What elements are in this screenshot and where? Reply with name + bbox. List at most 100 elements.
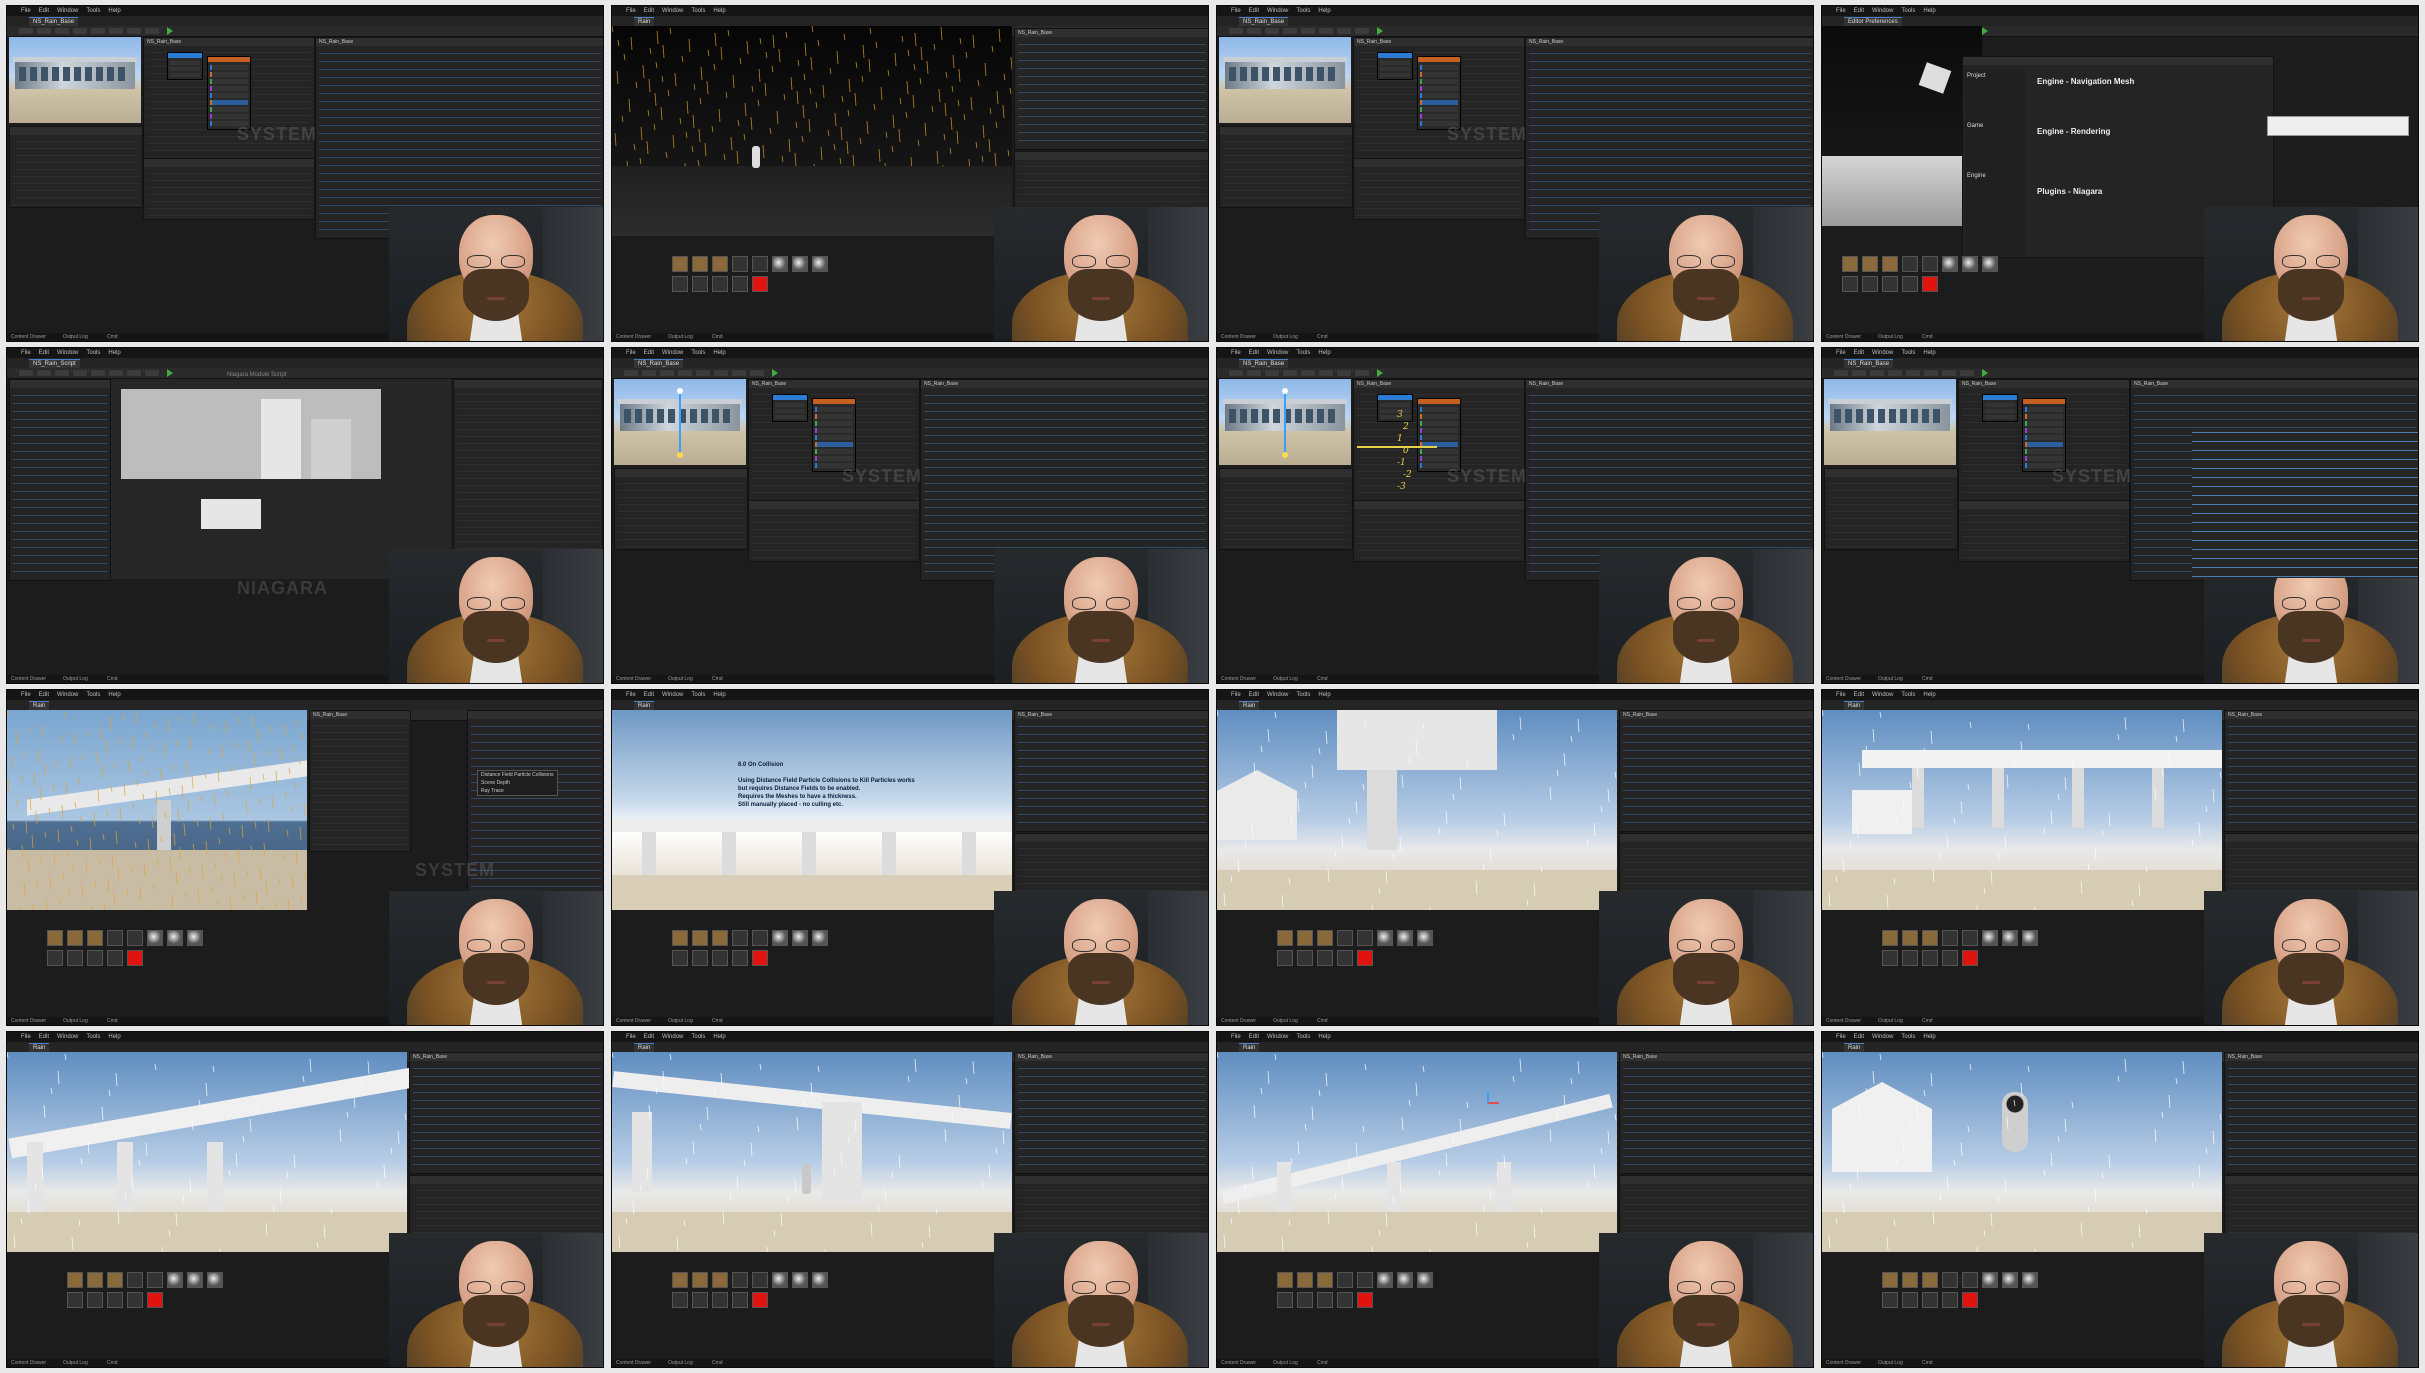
toolbar-button[interactable] bbox=[1265, 28, 1279, 34]
toolbar-button[interactable] bbox=[1906, 370, 1920, 376]
play-icon[interactable] bbox=[772, 369, 778, 377]
system-node[interactable] bbox=[167, 52, 203, 80]
module-row[interactable] bbox=[1985, 409, 2015, 413]
parameters-panel[interactable] bbox=[9, 126, 143, 208]
level-viewport[interactable] bbox=[1217, 710, 1617, 910]
asset-thumbnail[interactable] bbox=[1317, 1292, 1333, 1308]
asset-thumbnail[interactable] bbox=[1942, 256, 1958, 272]
preview-viewport[interactable] bbox=[9, 37, 141, 123]
asset-thumbnail[interactable] bbox=[1337, 950, 1353, 966]
editor-tab[interactable]: NS_Rain_Base bbox=[29, 17, 79, 26]
asset-thumbnail[interactable] bbox=[812, 1272, 828, 1288]
asset-thumbnail[interactable] bbox=[1902, 1272, 1918, 1288]
module-row[interactable] bbox=[815, 442, 853, 447]
asset-thumbnail[interactable] bbox=[1357, 930, 1373, 946]
module-row[interactable] bbox=[1985, 415, 2015, 419]
menu-item[interactable]: File bbox=[1231, 1034, 1241, 1040]
asset-thumbnail[interactable] bbox=[207, 1272, 223, 1288]
play-icon[interactable] bbox=[1377, 27, 1383, 35]
menu-item[interactable]: Tools bbox=[691, 1034, 705, 1040]
module-row[interactable] bbox=[210, 79, 248, 84]
menu-item[interactable]: Window bbox=[1872, 1034, 1893, 1040]
asset-thumbnail[interactable] bbox=[127, 950, 143, 966]
toolbar-button[interactable] bbox=[109, 370, 123, 376]
toolbar-button[interactable] bbox=[55, 28, 69, 34]
menu-item[interactable]: File bbox=[21, 1034, 31, 1040]
asset-thumbnail[interactable] bbox=[147, 1292, 163, 1308]
toolbar-button[interactable] bbox=[1301, 370, 1315, 376]
video-frame[interactable]: File Edit Window Tools Help Rain Content Drawe… bbox=[611, 689, 1209, 1026]
module-row[interactable] bbox=[815, 428, 853, 433]
toolbar-button[interactable] bbox=[19, 370, 33, 376]
asset-thumbnail[interactable] bbox=[1357, 1292, 1373, 1308]
module-row[interactable] bbox=[815, 407, 853, 412]
timeline-panel[interactable] bbox=[1353, 158, 1525, 220]
toolbar-button[interactable] bbox=[1960, 370, 1974, 376]
module-row[interactable] bbox=[815, 435, 853, 440]
dropdown-option[interactable]: Distance Field Particle Collisions bbox=[478, 771, 557, 779]
level-viewport[interactable] bbox=[1822, 710, 2222, 910]
outliner-panel[interactable]: NS_Rain_Base bbox=[1014, 1052, 1208, 1174]
asset-thumbnail[interactable] bbox=[67, 1272, 83, 1288]
module-row[interactable] bbox=[1420, 107, 1458, 112]
video-frame[interactable]: File Edit Window Tools Help NS_Rain_Base Conte… bbox=[1216, 347, 1814, 684]
menu-item[interactable]: Window bbox=[662, 350, 683, 356]
menu-item[interactable]: Edit bbox=[644, 692, 654, 698]
output-log-button[interactable]: Output Log bbox=[668, 1360, 693, 1366]
menu-item[interactable]: Window bbox=[662, 1034, 683, 1040]
asset-thumbnail[interactable] bbox=[147, 1272, 163, 1288]
cmd-input[interactable]: Cmd bbox=[1922, 1018, 1933, 1024]
toolbar-button[interactable] bbox=[1247, 28, 1261, 34]
menu-item[interactable]: Window bbox=[57, 1034, 78, 1040]
rendering-header[interactable]: Engine - Rendering bbox=[2037, 127, 2110, 136]
preferences-section[interactable]: Game bbox=[1967, 123, 1983, 129]
emitter-node[interactable] bbox=[2022, 398, 2066, 472]
asset-thumbnail[interactable] bbox=[692, 1292, 708, 1308]
editor-tab[interactable]: NS_Rain_Base bbox=[634, 359, 684, 368]
menu-item[interactable]: Edit bbox=[1854, 8, 1864, 14]
asset-thumbnail[interactable] bbox=[1337, 930, 1353, 946]
menu-item[interactable]: File bbox=[1836, 1034, 1846, 1040]
menu-item[interactable]: File bbox=[1836, 350, 1846, 356]
asset-thumbnail[interactable] bbox=[1922, 1292, 1938, 1308]
asset-thumbnail[interactable] bbox=[672, 276, 688, 292]
module-row[interactable] bbox=[2025, 421, 2063, 426]
module-row[interactable] bbox=[1380, 403, 1410, 407]
module-row[interactable] bbox=[1420, 435, 1458, 440]
toolbar-button[interactable] bbox=[73, 28, 87, 34]
asset-thumbnail[interactable] bbox=[1397, 1272, 1413, 1288]
asset-thumbnail[interactable] bbox=[1882, 930, 1898, 946]
module-row[interactable] bbox=[1380, 73, 1410, 77]
menu-item[interactable]: Edit bbox=[39, 350, 49, 356]
asset-thumbnail[interactable] bbox=[772, 256, 788, 272]
parameters-panel[interactable] bbox=[1824, 468, 1958, 550]
toolbar-button[interactable] bbox=[1355, 28, 1369, 34]
asset-thumbnail[interactable] bbox=[67, 930, 83, 946]
asset-thumbnail[interactable] bbox=[1962, 1292, 1978, 1308]
content-drawer-button[interactable]: Content Drawer bbox=[1826, 1360, 1861, 1366]
module-row[interactable] bbox=[1380, 415, 1410, 419]
module-row[interactable] bbox=[1420, 86, 1458, 91]
asset-thumbnail[interactable] bbox=[772, 930, 788, 946]
asset-thumbnail[interactable] bbox=[672, 1272, 688, 1288]
module-row[interactable] bbox=[1420, 407, 1458, 412]
module-row[interactable] bbox=[2025, 435, 2063, 440]
menu-item[interactable]: File bbox=[626, 8, 636, 14]
menu-item[interactable]: Help bbox=[108, 1034, 120, 1040]
video-frame[interactable]: File Edit Window Tools Help NS_Rain_Base Conte… bbox=[6, 5, 604, 342]
video-frame[interactable]: File Edit Window Tools Help NS_Rain_Script Con… bbox=[6, 347, 604, 684]
asset-thumbnail[interactable] bbox=[2022, 930, 2038, 946]
editor-tab[interactable]: Rain bbox=[29, 701, 50, 710]
toolbar-button[interactable] bbox=[19, 28, 33, 34]
system-node[interactable] bbox=[1982, 394, 2018, 422]
level-viewport[interactable] bbox=[612, 710, 1012, 910]
toolbar-button[interactable] bbox=[1337, 28, 1351, 34]
toolbar-button[interactable] bbox=[1229, 370, 1243, 376]
menu-item[interactable]: Window bbox=[57, 350, 78, 356]
graph-node[interactable] bbox=[261, 399, 301, 479]
output-log-button[interactable]: Output Log bbox=[63, 676, 88, 682]
toolbar-button[interactable] bbox=[714, 370, 728, 376]
asset-thumbnail[interactable] bbox=[1882, 256, 1898, 272]
output-log-button[interactable]: Output Log bbox=[1878, 334, 1903, 340]
asset-thumbnail[interactable] bbox=[732, 930, 748, 946]
